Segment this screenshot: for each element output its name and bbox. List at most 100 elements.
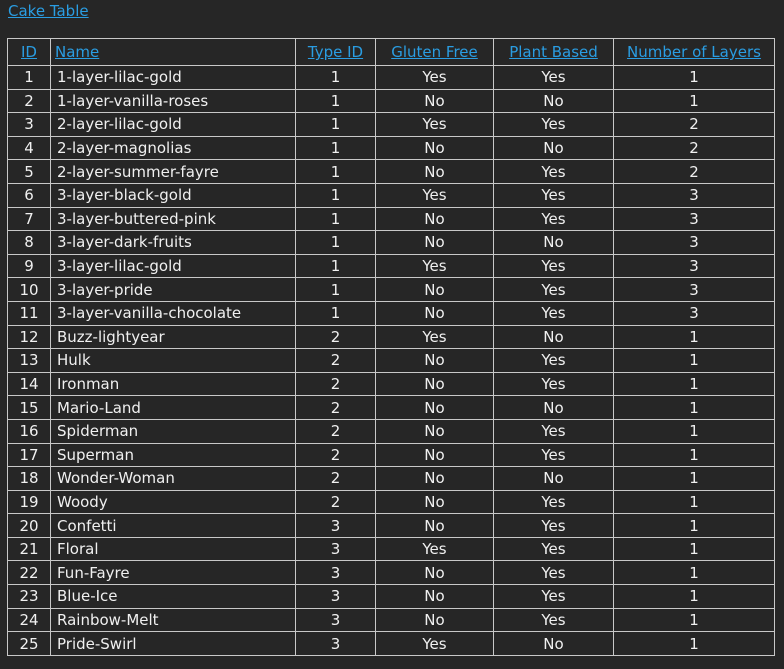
table-row: 21 Floral 3 Yes Yes 1 (7, 536, 775, 562)
table-body: 1 1-layer-lilac-gold 1 Yes Yes 1 2 1-layer-vani… (7, 65, 775, 656)
cell-number-of-layers: 1 (613, 513, 775, 538)
cell-plant-based: Yes (493, 607, 614, 633)
cell-id: 21 (7, 536, 51, 562)
cell-id: 12 (7, 324, 51, 350)
cell-name: 1-layer-vanilla-roses (50, 88, 296, 114)
cell-plant-based: Yes (493, 159, 614, 184)
cell-gluten-free: No (375, 395, 494, 420)
table-row: 6 3-layer-black-gold 1 Yes Yes 3 (7, 182, 775, 208)
cell-id: 9 (7, 253, 51, 279)
cell-name: Blue-Ice (50, 584, 296, 609)
cell-number-of-layers: 1 (613, 466, 775, 491)
table-row: 22 Fun-Fayre 3 No Yes 1 (7, 560, 775, 586)
header-id[interactable]: ID (7, 38, 51, 66)
cell-plant-based: Yes (493, 489, 614, 515)
page: Cake Table ID Name Type ID Gluten Free P… (0, 0, 784, 669)
cell-gluten-free: No (375, 466, 494, 491)
cell-type-id: 1 (295, 182, 376, 208)
cell-plant-based: Yes (493, 536, 614, 562)
cell-gluten-free: No (375, 300, 494, 326)
cell-gluten-free: No (375, 159, 494, 184)
cell-number-of-layers: 1 (613, 560, 775, 586)
cell-name: Superman (50, 442, 296, 468)
header-type-id[interactable]: Type ID (295, 38, 376, 66)
cell-id: 18 (7, 466, 51, 491)
cell-name: 3-layer-lilac-gold (50, 253, 296, 279)
cell-id: 15 (7, 395, 51, 420)
cell-type-id: 2 (295, 324, 376, 350)
cell-gluten-free: No (375, 88, 494, 114)
header-gluten-free[interactable]: Gluten Free (375, 38, 494, 66)
cell-plant-based: Yes (493, 112, 614, 137)
table-row: 11 3-layer-vanilla-chocolate 1 No Yes 3 (7, 300, 775, 326)
table-row: 12 Buzz-lightyear 2 Yes No 1 (7, 324, 775, 350)
cell-plant-based: Yes (493, 206, 614, 232)
table-row: 4 2-layer-magnolias 1 No No 2 (7, 135, 775, 161)
header-number-of-layers[interactable]: Number of Layers (613, 38, 775, 66)
cell-id: 19 (7, 489, 51, 515)
cell-type-id: 1 (295, 112, 376, 137)
table-row: 13 Hulk 2 No Yes 1 (7, 348, 775, 373)
table-row: 17 Superman 2 No Yes 1 (7, 442, 775, 468)
cell-id: 1 (7, 65, 51, 90)
cell-plant-based: Yes (493, 418, 614, 444)
cell-plant-based: Yes (493, 442, 614, 468)
cell-gluten-free: No (375, 489, 494, 515)
table-row: 18 Wonder-Woman 2 No No 1 (7, 466, 775, 491)
cell-id: 5 (7, 159, 51, 184)
cell-type-id: 1 (295, 88, 376, 114)
header-plant-based[interactable]: Plant Based (493, 38, 614, 66)
cell-name: 3-layer-dark-fruits (50, 230, 296, 255)
cell-number-of-layers: 2 (613, 159, 775, 184)
cell-type-id: 1 (295, 300, 376, 326)
cell-type-id: 3 (295, 607, 376, 633)
cell-id: 4 (7, 135, 51, 161)
cell-name: 3-layer-vanilla-chocolate (50, 300, 296, 326)
cell-gluten-free: No (375, 230, 494, 255)
cell-type-id: 2 (295, 489, 376, 515)
table-row: 16 Spiderman 2 No Yes 1 (7, 418, 775, 444)
cell-name: 1-layer-lilac-gold (50, 65, 296, 90)
table-header: ID Name Type ID Gluten Free Plant Based … (7, 38, 775, 66)
cell-type-id: 3 (295, 536, 376, 562)
cell-id: 2 (7, 88, 51, 114)
cell-name: Wonder-Woman (50, 466, 296, 491)
cell-plant-based: Yes (493, 348, 614, 373)
table-row: 2 1-layer-vanilla-roses 1 No No 1 (7, 88, 775, 114)
cell-id: 6 (7, 182, 51, 208)
cell-plant-based: No (493, 466, 614, 491)
cell-id: 8 (7, 230, 51, 255)
cell-type-id: 1 (295, 230, 376, 255)
cell-type-id: 2 (295, 371, 376, 397)
cell-plant-based: No (493, 135, 614, 161)
cell-plant-based: Yes (493, 584, 614, 609)
cell-name: Confetti (50, 513, 296, 538)
cell-plant-based: Yes (493, 277, 614, 302)
cell-type-id: 2 (295, 348, 376, 373)
cell-type-id: 2 (295, 466, 376, 491)
cell-name: 3-layer-pride (50, 277, 296, 302)
cell-plant-based: No (493, 88, 614, 114)
cell-type-id: 1 (295, 206, 376, 232)
cell-type-id: 2 (295, 418, 376, 444)
cell-plant-based: No (493, 631, 614, 656)
cell-id: 14 (7, 371, 51, 397)
table-row: 3 2-layer-lilac-gold 1 Yes Yes 2 (7, 112, 775, 137)
cell-id: 17 (7, 442, 51, 468)
table-row: 10 3-layer-pride 1 No Yes 3 (7, 277, 775, 302)
cell-plant-based: Yes (493, 560, 614, 586)
cell-plant-based: No (493, 230, 614, 255)
cell-id: 10 (7, 277, 51, 302)
cell-number-of-layers: 1 (613, 489, 775, 515)
header-name[interactable]: Name (50, 38, 296, 66)
cell-type-id: 3 (295, 631, 376, 656)
cell-number-of-layers: 3 (613, 300, 775, 326)
cell-type-id: 1 (295, 65, 376, 90)
cell-gluten-free: Yes (375, 631, 494, 656)
cell-type-id: 2 (295, 442, 376, 468)
cake-table-link[interactable]: Cake Table (8, 1, 89, 21)
table-row: 20 Confetti 3 No Yes 1 (7, 513, 775, 538)
cell-id: 22 (7, 560, 51, 586)
cell-type-id: 1 (295, 159, 376, 184)
cell-gluten-free: No (375, 135, 494, 161)
